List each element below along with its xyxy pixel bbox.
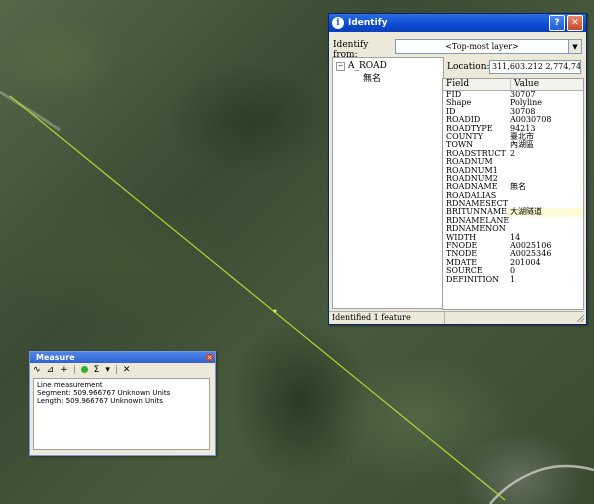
field-value: 0 bbox=[510, 266, 516, 276]
identify-from-dropdown[interactable]: <Top-most layer> ▼ bbox=[395, 39, 582, 54]
info-icon: i bbox=[332, 17, 344, 29]
measure-feature-icon[interactable]: + bbox=[60, 365, 68, 375]
table-row[interactable]: DEFINITION 1 bbox=[443, 274, 583, 284]
measure-line-type: Line measurement bbox=[37, 381, 103, 389]
field-value: 內湖區 bbox=[510, 140, 534, 150]
field-value: 2 bbox=[510, 148, 516, 158]
measure-length: Length: 509.966767 Unknown Units bbox=[37, 397, 163, 405]
toolbar-separator bbox=[73, 365, 75, 374]
measure-toolbar: ∿ ⊿ + Σ ▾ ✕ bbox=[30, 363, 215, 376]
tree-feature-item[interactable]: 無名 bbox=[363, 71, 381, 84]
identify-title: Identify bbox=[348, 18, 388, 28]
road-faint bbox=[0, 90, 61, 132]
location-field[interactable]: 311,603.212 2,774,748 bbox=[489, 60, 581, 74]
measure-area-icon[interactable]: ⊿ bbox=[47, 365, 55, 375]
measure-close-button[interactable]: ✕ bbox=[206, 354, 213, 362]
measure-vertex bbox=[273, 309, 277, 313]
field-value bbox=[507, 192, 583, 200]
field-value bbox=[507, 167, 583, 175]
field-value: 無名 bbox=[510, 182, 526, 192]
measure-segment: Segment: 509.966767 Unknown Units bbox=[37, 389, 171, 397]
field-value: 1 bbox=[510, 274, 516, 284]
road-lower-right bbox=[489, 464, 594, 504]
close-button[interactable]: ✕ bbox=[567, 15, 583, 31]
column-header-value[interactable]: Value bbox=[511, 79, 583, 90]
field-value bbox=[507, 158, 583, 166]
tree-layer-name[interactable]: A_ROAD bbox=[348, 61, 387, 71]
units-dropdown-icon[interactable]: ▾ bbox=[105, 365, 110, 375]
field-value: 201004 bbox=[510, 257, 541, 267]
identify-titlebar[interactable]: i Identify ? ✕ bbox=[329, 14, 586, 32]
measure-title: Measure bbox=[36, 353, 75, 362]
status-text: Identified 1 feature bbox=[329, 312, 445, 324]
attribute-table[interactable]: Field Value FID 30707 Shape Polyline ID 30708… bbox=[442, 78, 584, 310]
identify-from-value: <Top-most layer> bbox=[445, 42, 519, 51]
measure-window[interactable]: Measure ✕ ∿ ⊿ + Σ ▾ ✕ Line measurement S… bbox=[29, 351, 216, 456]
identify-window[interactable]: i Identify ? ✕ Identify from: <Top-most … bbox=[328, 13, 587, 325]
field-value: 大湖隧道 bbox=[507, 208, 583, 217]
toolbar-separator bbox=[115, 365, 117, 374]
measure-titlebar[interactable]: Measure ✕ bbox=[30, 352, 215, 363]
column-header-field[interactable]: Field bbox=[443, 79, 511, 90]
collapse-icon[interactable]: − bbox=[336, 62, 345, 71]
measure-results: Line measurement Segment: 509.966767 Unk… bbox=[33, 378, 210, 450]
location-label: Location: bbox=[447, 62, 490, 72]
feature-tree[interactable]: − A_ROAD 無名 bbox=[332, 57, 444, 309]
field-value bbox=[507, 217, 583, 225]
help-button[interactable]: ? bbox=[549, 15, 565, 31]
clear-icon[interactable]: ✕ bbox=[123, 365, 131, 375]
measure-line-icon[interactable]: ∿ bbox=[33, 365, 41, 375]
snap-icon[interactable] bbox=[80, 366, 88, 373]
status-bar: Identified 1 feature bbox=[329, 311, 584, 324]
chevron-down-icon[interactable]: ▼ bbox=[568, 40, 581, 53]
sum-icon[interactable]: Σ bbox=[94, 365, 100, 375]
resize-grip-icon[interactable] bbox=[577, 315, 584, 322]
field-name: DEFINITION bbox=[446, 274, 500, 284]
